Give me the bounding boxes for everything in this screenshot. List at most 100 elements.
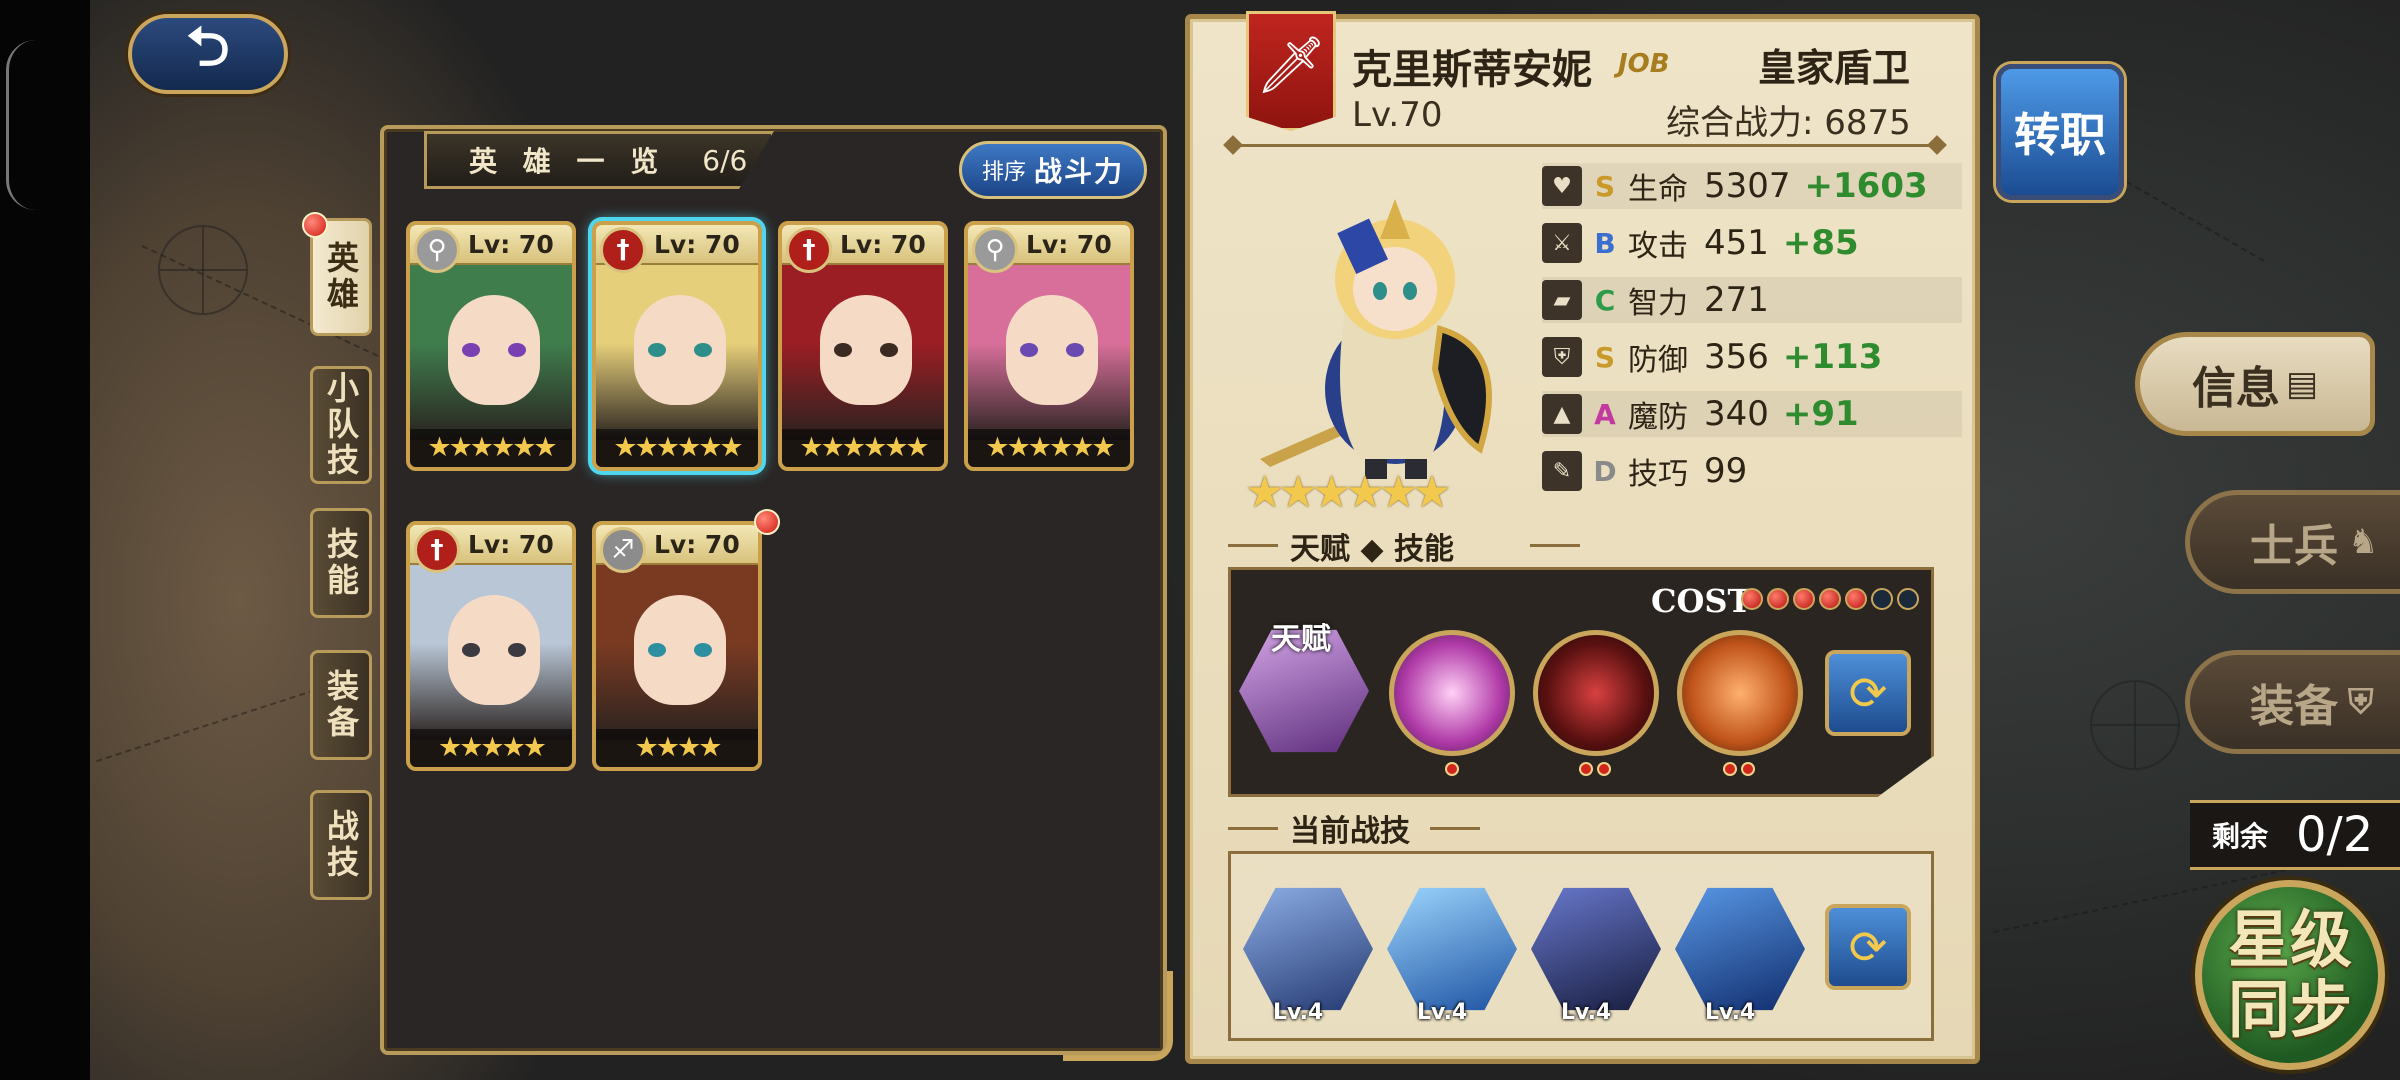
- hero-star-rating: ★★★★★★: [1245, 467, 1452, 518]
- cost-dot: [1897, 588, 1919, 610]
- hero-stars: ★★★★: [596, 729, 758, 767]
- job-change-button[interactable]: 转职: [1996, 64, 2124, 200]
- skill-cost-dots: [1445, 762, 1459, 776]
- back-button[interactable]: ⮌: [128, 14, 288, 94]
- stat-value: 340: [1704, 394, 1769, 434]
- stat-row: ✎ D 技巧 99: [1542, 448, 1962, 494]
- shield-icon: ⛨: [1542, 337, 1582, 377]
- hero-stars: ★★★★★: [410, 729, 572, 767]
- skill-icon-1[interactable]: [1389, 630, 1515, 756]
- hero-level: Lv: 70: [1026, 229, 1112, 259]
- battle-skill-level: Lv.4: [1561, 1000, 1612, 1025]
- hero-stars: ★★★★★★: [596, 429, 758, 467]
- shield-icon: ⛨: [2348, 682, 2374, 722]
- wizard-hat-icon: ▲: [1542, 394, 1582, 434]
- hero-list-title: 英 雄 一 览: [469, 145, 667, 178]
- stat-label: 生命: [1628, 172, 1688, 207]
- hero-level: Lv: 70: [654, 229, 740, 259]
- feather-icon: ✎: [1542, 451, 1582, 491]
- notification-dot: [754, 509, 780, 535]
- stat-label: 技巧: [1628, 457, 1688, 492]
- stat-grade: S: [1594, 340, 1616, 374]
- sword-icon: ⚔: [1542, 223, 1582, 263]
- battle-skill-icon-3[interactable]: [1531, 887, 1661, 1011]
- stat-value: 5307: [1704, 166, 1791, 206]
- hero-count: 6/6: [702, 143, 748, 177]
- skill-cost-dot: [1741, 762, 1755, 776]
- hero-card[interactable]: ⚲ Lv: 70 ★★★★★★: [964, 221, 1134, 471]
- sort-prefix: 排序: [981, 160, 1026, 185]
- skill-icon-2[interactable]: [1533, 630, 1659, 756]
- job-title: 皇家盾卫: [1758, 46, 1911, 90]
- sort-button[interactable]: 排序 战斗力: [959, 141, 1147, 199]
- skill-cost-dot: [1723, 762, 1737, 776]
- stat-bonus: +85: [1782, 223, 1859, 263]
- soldier-button[interactable]: 士兵 ♞: [2185, 490, 2400, 594]
- stat-grade: B: [1594, 226, 1616, 260]
- compass-rose-icon: [2090, 680, 2180, 770]
- sword-icon: †: [600, 227, 646, 273]
- hero-list-panel: 英 雄 一 览 6/6 排序 战斗力 ⚲ Lv: 70 ★★★★★★ † Lv: 70 ★…: [380, 125, 1173, 1061]
- hero-name: 克里斯蒂安妮: [1352, 47, 1592, 93]
- battle-skill-level: Lv.4: [1417, 1000, 1468, 1025]
- info-book-icon: ▤: [2285, 364, 2319, 404]
- skill-icon-3[interactable]: [1677, 630, 1803, 756]
- star-sync-button[interactable]: 星级 同步: [2195, 880, 2385, 1070]
- talent-skill-title: 天赋 ◆ 技能: [1290, 532, 1454, 567]
- info-button[interactable]: 信息 ▤: [2135, 332, 2375, 436]
- tab-battle-skill[interactable]: 战技: [310, 790, 372, 900]
- battle-skill-icon-2[interactable]: [1387, 887, 1517, 1011]
- magnifier-icon: ⚲: [972, 227, 1018, 273]
- swap-icon: ⟳: [1848, 666, 1888, 720]
- hero-card[interactable]: † Lv: 70 ★★★★★: [406, 521, 576, 771]
- swap-battle-skills-button[interactable]: ⟳: [1825, 904, 1911, 990]
- hero-chibi-portrait: [1260, 199, 1492, 479]
- swap-skills-button[interactable]: ⟳: [1825, 650, 1911, 736]
- hero-list-header: 英 雄 一 览 6/6: [424, 131, 774, 189]
- hero-stars: ★★★★★★: [968, 429, 1130, 467]
- stat-row: ▰ C 智力 271: [1542, 277, 1962, 323]
- hero-level: Lv.70: [1352, 95, 1443, 135]
- hero-stars: ★★★★★★: [782, 429, 944, 467]
- header-divider: [1232, 144, 1938, 147]
- hero-stars: ★★★★★★: [410, 429, 572, 467]
- stat-value: 99: [1704, 451, 1748, 491]
- sort-label: 战斗力: [1034, 155, 1125, 188]
- stat-bonus: +91: [1782, 394, 1859, 434]
- hero-card[interactable]: ⚲ Lv: 70 ★★★★★★: [406, 221, 576, 471]
- device-bezel: [0, 0, 90, 1080]
- stat-row: ⛨ S 防御 356 +113: [1542, 334, 1962, 380]
- book-icon: ▰: [1542, 280, 1582, 320]
- stat-row: ♥ S 生命 5307 +1603: [1542, 163, 1962, 209]
- remaining-label: 剩余: [2212, 820, 2269, 853]
- job-class-banner: 🗡: [1246, 11, 1336, 131]
- compass-rose-icon: [158, 225, 248, 315]
- battle-skill-icon-4[interactable]: [1675, 887, 1805, 1011]
- hero-card[interactable]: ♐ Lv: 70 ★★★★: [592, 521, 762, 771]
- stat-label: 魔防: [1628, 400, 1688, 435]
- cost-dot: [1871, 588, 1893, 610]
- cost-dot: [1767, 588, 1789, 610]
- stat-label: 攻击: [1628, 229, 1688, 264]
- skill-cost-dot: [1597, 762, 1611, 776]
- battle-skill-title: 当前战技: [1290, 814, 1410, 849]
- cost-dot: [1845, 588, 1867, 610]
- battle-skill-icon-1[interactable]: [1243, 887, 1373, 1011]
- hero-level: Lv: 70: [840, 229, 926, 259]
- back-arrow-icon: ⮌: [186, 15, 230, 78]
- combat-power: 综合战力: 6875: [1666, 103, 1911, 143]
- skill-cost-dot: [1445, 762, 1459, 776]
- tab-team-skill[interactable]: 小队技: [310, 366, 372, 484]
- skill-cost-dot: [1579, 762, 1593, 776]
- tab-equipment[interactable]: 装备: [310, 650, 372, 760]
- stat-bonus: +113: [1782, 337, 1883, 377]
- cost-dot: [1819, 588, 1841, 610]
- equipment-button[interactable]: 装备 ⛨: [2185, 650, 2400, 754]
- swap-icon: ⟳: [1848, 920, 1888, 974]
- hero-card[interactable]: † Lv: 70 ★★★★★★: [592, 221, 762, 471]
- talent-label: 天赋: [1271, 622, 1331, 657]
- stat-row: ▲ A 魔防 340 +91: [1542, 391, 1962, 437]
- tab-skills[interactable]: 技能: [310, 508, 372, 618]
- hero-card[interactable]: † Lv: 70 ★★★★★★: [778, 221, 948, 471]
- hero-level: Lv: 70: [468, 529, 554, 559]
